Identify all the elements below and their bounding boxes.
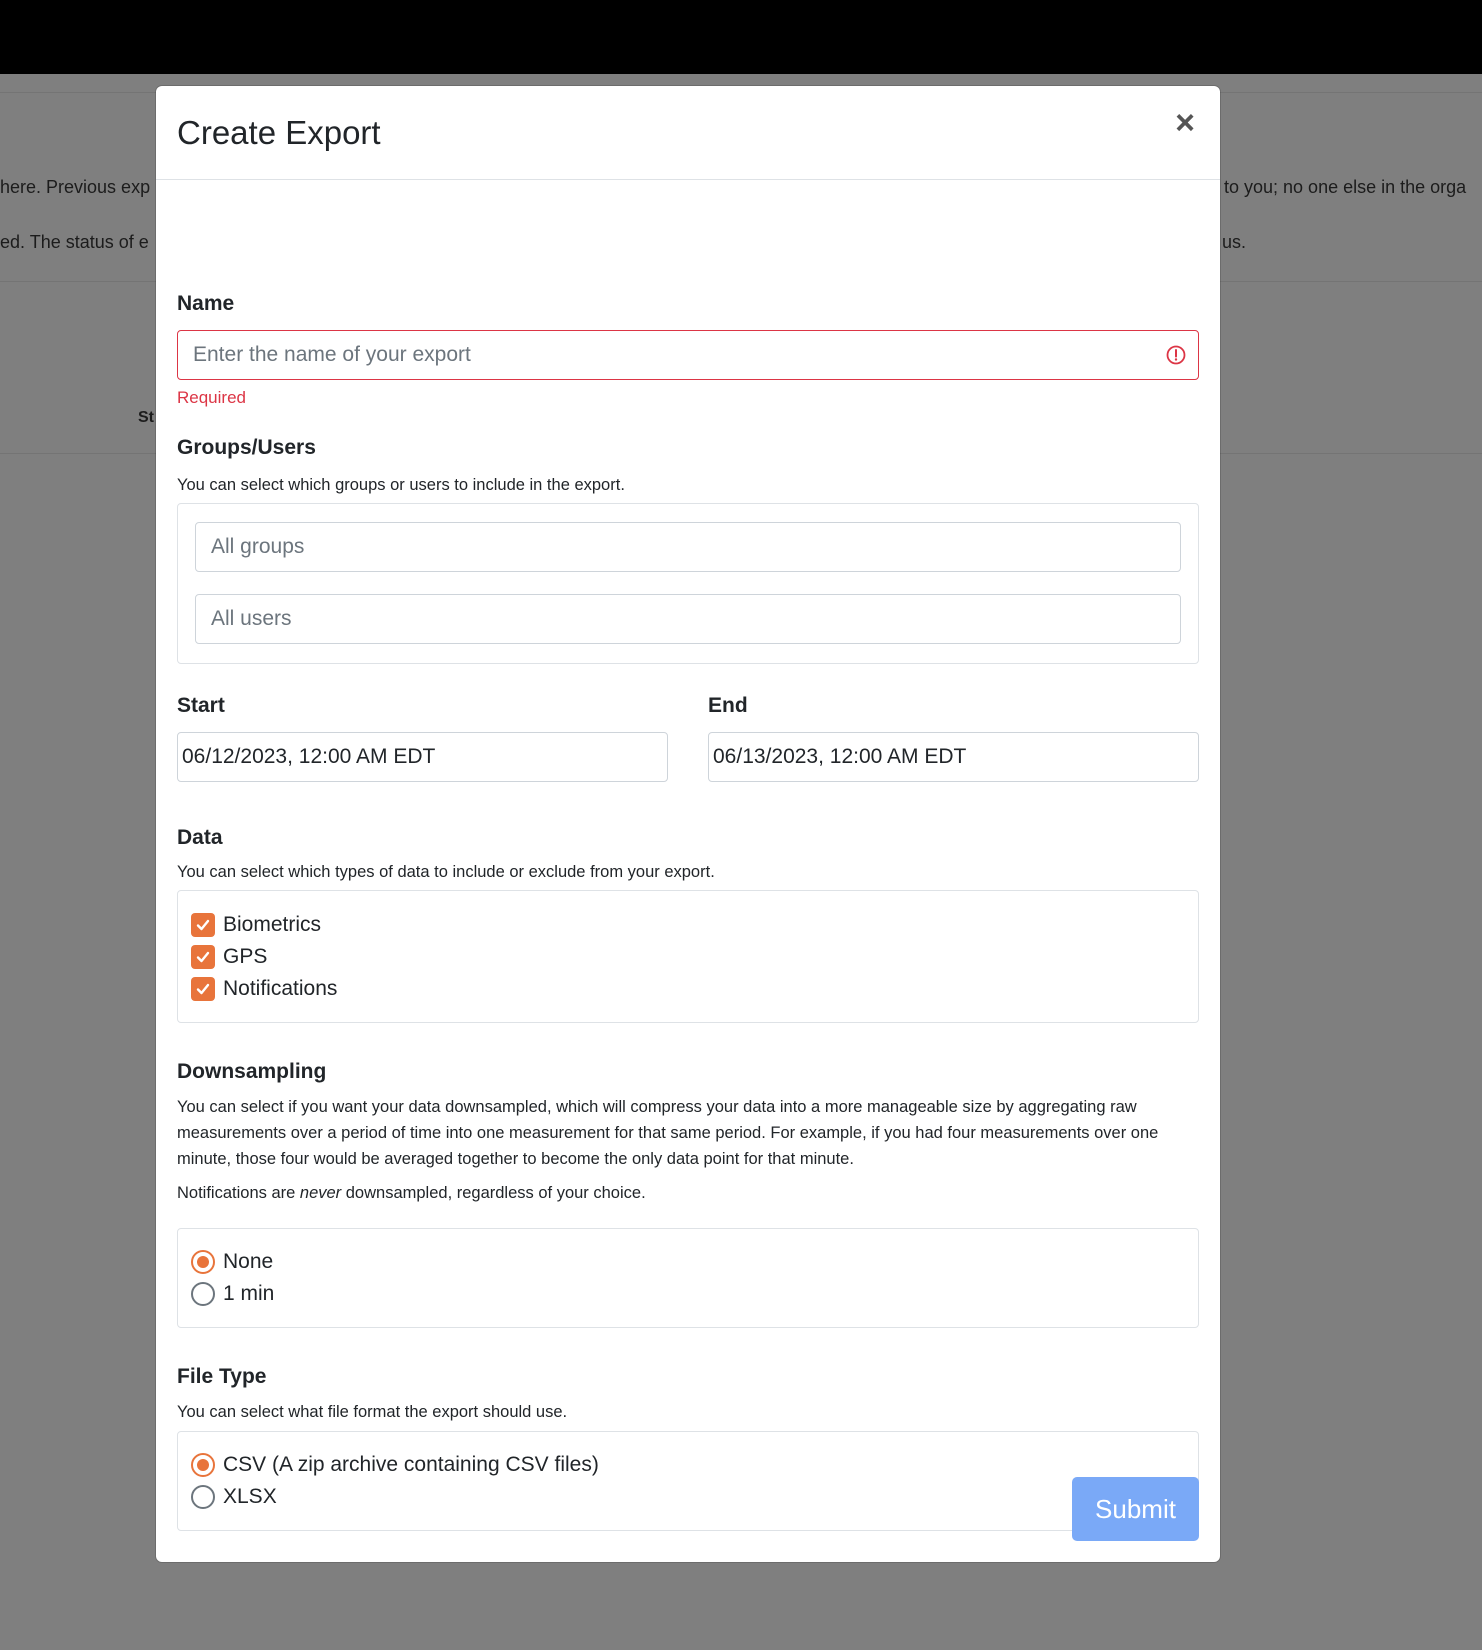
background-text-line-2-right: us. — [1222, 232, 1247, 252]
data-label: Data — [177, 826, 223, 849]
users-select[interactable]: All users — [195, 594, 1181, 644]
downsampling-note: Notifications are never downsampled, reg… — [177, 1180, 646, 1206]
option-label: Notifications — [223, 977, 338, 1000]
end-datetime-input[interactable]: 06/13/2023, 12:00 AM EDT — [708, 732, 1199, 782]
modal-title: Create Export — [177, 114, 381, 151]
file-type-options-box: CSV (A zip archive containing CSV files)… — [177, 1431, 1199, 1531]
data-help: You can select which types of data to in… — [177, 863, 715, 881]
downsampling-options-box: None 1 min — [177, 1228, 1199, 1328]
radio-unselected-icon[interactable] — [191, 1485, 215, 1509]
background-text-line-2-left: ed. The status of e — [0, 232, 149, 252]
option-label: CSV (A zip archive containing CSV files) — [223, 1453, 599, 1476]
note-emphasis: never — [299, 1184, 342, 1202]
data-option-biometrics[interactable]: Biometrics — [191, 912, 321, 938]
option-label: None — [223, 1250, 274, 1273]
checkbox-checked-icon[interactable] — [191, 977, 215, 1001]
radio-selected-icon[interactable] — [191, 1250, 215, 1274]
name-label: Name — [177, 292, 235, 315]
data-option-notifications[interactable]: Notifications — [191, 976, 337, 1002]
start-label: Start — [177, 694, 225, 717]
checkbox-checked-icon[interactable] — [191, 913, 215, 937]
file-type-option-xlsx[interactable]: XLSX — [191, 1484, 277, 1510]
start-datetime-input[interactable]: 06/12/2023, 12:00 AM EDT — [177, 732, 668, 782]
option-label: 1 min — [223, 1282, 275, 1305]
export-name-input[interactable]: Enter the name of your export — [177, 330, 1199, 380]
checkbox-checked-icon[interactable] — [191, 945, 215, 969]
downsampling-help: You can select if you want your data dow… — [177, 1098, 1159, 1168]
background-text-line-1-left: here. Previous exp — [0, 177, 151, 197]
close-icon[interactable]: × — [1170, 106, 1200, 140]
downsampling-label: Downsampling — [177, 1060, 327, 1083]
groups-users-box: All groups All users — [177, 503, 1199, 664]
downsampling-option-none[interactable]: None — [191, 1249, 273, 1275]
data-option-gps[interactable]: GPS — [191, 944, 267, 970]
end-label: End — [708, 694, 748, 717]
data-options-box: Biometrics GPS Notifications — [177, 890, 1199, 1023]
create-export-modal: Create Export × Name Enter the name of y… — [156, 86, 1220, 1562]
name-error-text: Required — [177, 388, 246, 407]
option-label: XLSX — [223, 1485, 277, 1508]
export-name-placeholder: Enter the name of your export — [193, 343, 471, 366]
file-type-label: File Type — [177, 1365, 267, 1388]
note-after: downsampled, regardless of your choice. — [341, 1184, 646, 1202]
groups-select[interactable]: All groups — [195, 522, 1181, 572]
option-label: Biometrics — [223, 913, 322, 936]
background-column-header: St — [138, 409, 154, 426]
modal-header: Create Export × — [156, 86, 1220, 180]
submit-button[interactable]: Submit — [1072, 1477, 1199, 1541]
file-type-help: You can select what file format the expo… — [177, 1403, 568, 1421]
option-label: GPS — [223, 945, 268, 968]
error-icon — [1166, 345, 1186, 365]
top-navbar — [0, 0, 1482, 74]
note-before: Notifications are — [177, 1184, 300, 1202]
background-text-line-1-right: to you; no one else in the orga — [1224, 177, 1467, 197]
file-type-option-csv[interactable]: CSV (A zip archive containing CSV files) — [191, 1452, 599, 1478]
groups-users-help: You can select which groups or users to … — [177, 476, 625, 494]
downsampling-option-1-min[interactable]: 1 min — [191, 1281, 274, 1307]
radio-selected-icon[interactable] — [191, 1453, 215, 1477]
groups-users-label: Groups/Users — [177, 436, 316, 459]
radio-unselected-icon[interactable] — [191, 1282, 215, 1306]
